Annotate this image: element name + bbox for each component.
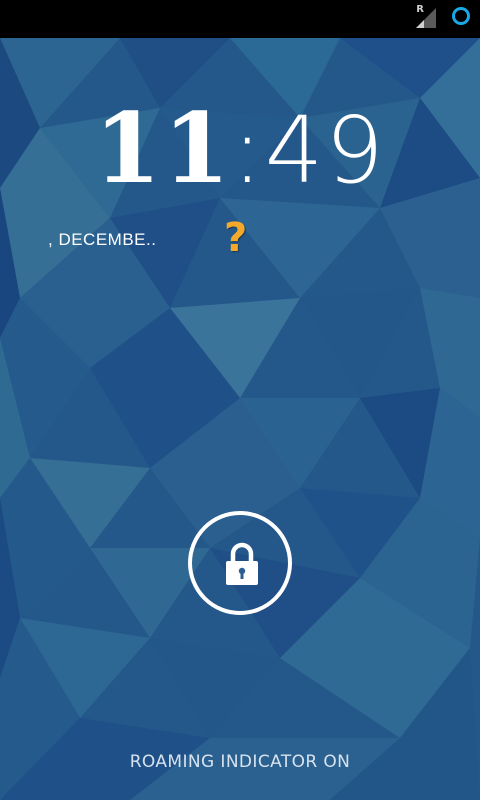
clock-minutes: 49: [264, 97, 386, 204]
status-bar: R: [0, 0, 480, 38]
lockscreen-clock: 11:49: [0, 94, 480, 206]
roaming-status-text: ROAMING INDICATOR ON: [129, 752, 351, 772]
lock-icon: [226, 542, 258, 585]
lock-screen: R 11:49 , DECEMBE.. ? ROAMING INDICATOR …: [0, 0, 480, 800]
unknown-weather-icon: ?: [224, 215, 248, 261]
unlock-button[interactable]: [188, 511, 292, 615]
clock-hours: 11: [94, 92, 232, 205]
sync-ring-icon: [452, 7, 470, 25]
signal-roaming-icon: [416, 8, 436, 28]
lockscreen-date: , DECEMBE..: [48, 230, 157, 249]
clock-colon: :: [231, 97, 265, 204]
